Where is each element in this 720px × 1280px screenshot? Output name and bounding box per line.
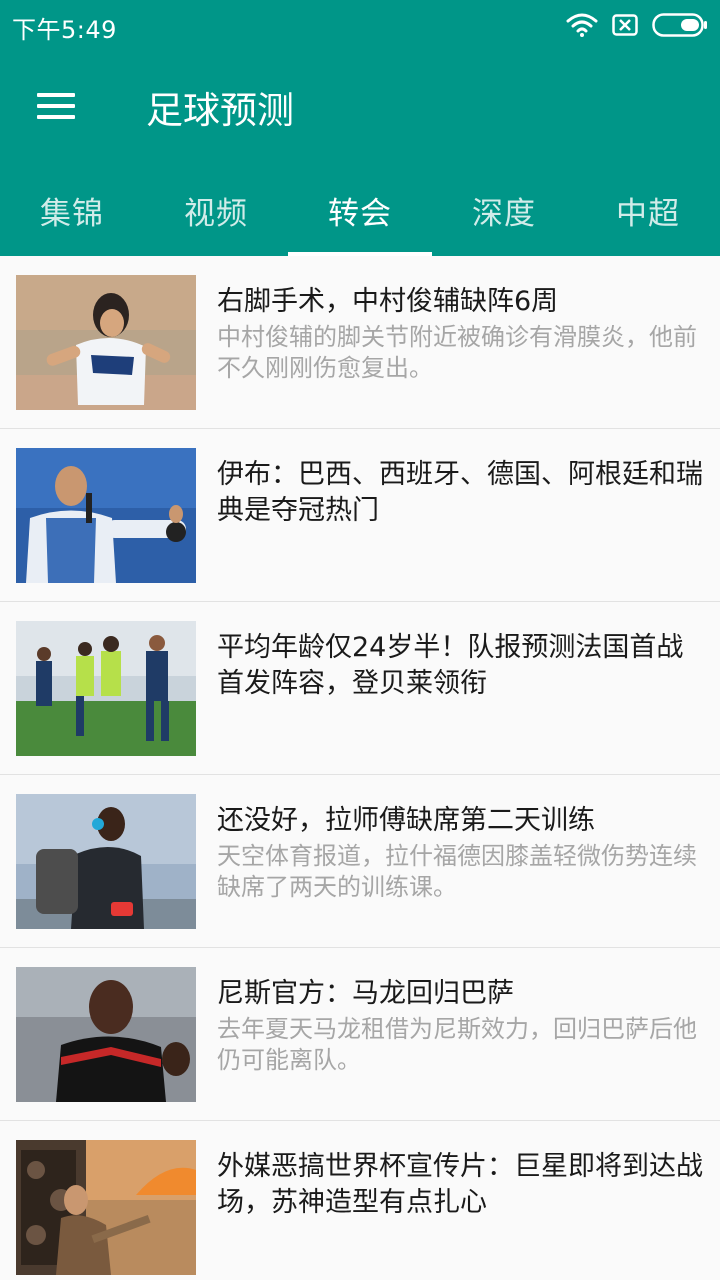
news-item[interactable]: 尼斯官方：马龙回归巴萨 去年夏天马龙租借为尼斯效力，回归巴萨后他仍可能离队。 xyxy=(0,948,720,1121)
news-description: 中村俊辅的脚关节附近被确诊有滑膜炎，他前不久刚刚伤愈复出。 xyxy=(217,323,697,382)
menu-button[interactable] xyxy=(26,78,86,134)
page-title: 足球预测 xyxy=(146,89,294,132)
news-thumbnail xyxy=(16,621,196,756)
news-title: 外媒恶搞世界杯宣传片：巨星即将到达战场，苏神造型有点扎心 xyxy=(217,1151,703,1218)
news-description: 天空体育报道，拉什福德因膝盖轻微伤势连续缺席了两天的训练课。 xyxy=(217,842,697,901)
news-title: 尼斯官方：马龙回归巴萨 xyxy=(217,978,514,1009)
tab-videos[interactable]: 视频 xyxy=(144,170,288,256)
news-thumbnail xyxy=(16,1140,196,1275)
news-description: 去年夏天马龙租借为尼斯效力，回归巴萨后他仍可能离队。 xyxy=(217,1015,697,1074)
tab-highlights[interactable]: 集锦 xyxy=(0,170,144,256)
news-item[interactable]: 平均年龄仅24岁半！队报预测法国首战首发阵容，登贝莱领衔 xyxy=(0,602,720,775)
news-text: 伊布：巴西、西班牙、德国、阿根廷和瑞典是夺冠热门 xyxy=(217,457,706,529)
news-title: 右脚手术，中村俊辅缺阵6周 xyxy=(217,286,559,317)
news-item[interactable]: 右脚手术，中村俊辅缺阵6周 中村俊辅的脚关节附近被确诊有滑膜炎，他前不久刚刚伤愈… xyxy=(0,256,720,429)
wifi-icon xyxy=(566,13,598,37)
category-tabs: 集锦 视频 转会 深度 中超 xyxy=(0,170,720,256)
status-bar: 下午5:49 xyxy=(0,0,720,50)
news-item[interactable]: 还没好，拉师傅缺席第二天训练 天空体育报道，拉什福德因膝盖轻微伤势连续缺席了两天… xyxy=(0,775,720,948)
news-title: 平均年龄仅24岁半！队报预测法国首战首发阵容，登贝莱领衔 xyxy=(217,632,684,699)
news-text: 外媒恶搞世界杯宣传片：巨星即将到达战场，苏神造型有点扎心 xyxy=(217,1149,706,1221)
toolbar: 足球预测 xyxy=(0,56,720,156)
battery-icon xyxy=(652,13,707,37)
news-thumbnail xyxy=(16,448,196,583)
hamburger-menu-icon xyxy=(37,93,75,119)
news-thumbnail xyxy=(16,275,196,410)
tab-transfers[interactable]: 转会 xyxy=(288,170,432,256)
tab-depth[interactable]: 深度 xyxy=(432,170,576,256)
no-sim-icon xyxy=(612,14,638,36)
tab-csl[interactable]: 中超 xyxy=(576,170,720,256)
news-title: 还没好，拉师傅缺席第二天训练 xyxy=(217,805,595,836)
news-text: 平均年龄仅24岁半！队报预测法国首战首发阵容，登贝莱领衔 xyxy=(217,630,706,702)
news-title: 伊布：巴西、西班牙、德国、阿根廷和瑞典是夺冠热门 xyxy=(217,459,703,526)
app-bar: 下午5:49 足球预测 集锦 视频 转会 深度 中超 xyxy=(0,0,720,256)
news-text: 还没好，拉师傅缺席第二天训练 天空体育报道，拉什福德因膝盖轻微伤势连续缺席了两天… xyxy=(217,803,706,903)
news-list: 右脚手术，中村俊辅缺阵6周 中村俊辅的脚关节附近被确诊有滑膜炎，他前不久刚刚伤愈… xyxy=(0,256,720,1280)
status-icons xyxy=(566,11,708,39)
news-thumbnail xyxy=(16,794,196,929)
news-item[interactable]: 外媒恶搞世界杯宣传片：巨星即将到达战场，苏神造型有点扎心 xyxy=(0,1121,720,1280)
news-text: 右脚手术，中村俊辅缺阵6周 中村俊辅的脚关节附近被确诊有滑膜炎，他前不久刚刚伤愈… xyxy=(217,284,706,384)
news-thumbnail xyxy=(16,967,196,1102)
status-time: 下午5:49 xyxy=(12,16,117,44)
news-text: 尼斯官方：马龙回归巴萨 去年夏天马龙租借为尼斯效力，回归巴萨后他仍可能离队。 xyxy=(217,976,706,1076)
news-item[interactable]: 伊布：巴西、西班牙、德国、阿根廷和瑞典是夺冠热门 xyxy=(0,429,720,602)
